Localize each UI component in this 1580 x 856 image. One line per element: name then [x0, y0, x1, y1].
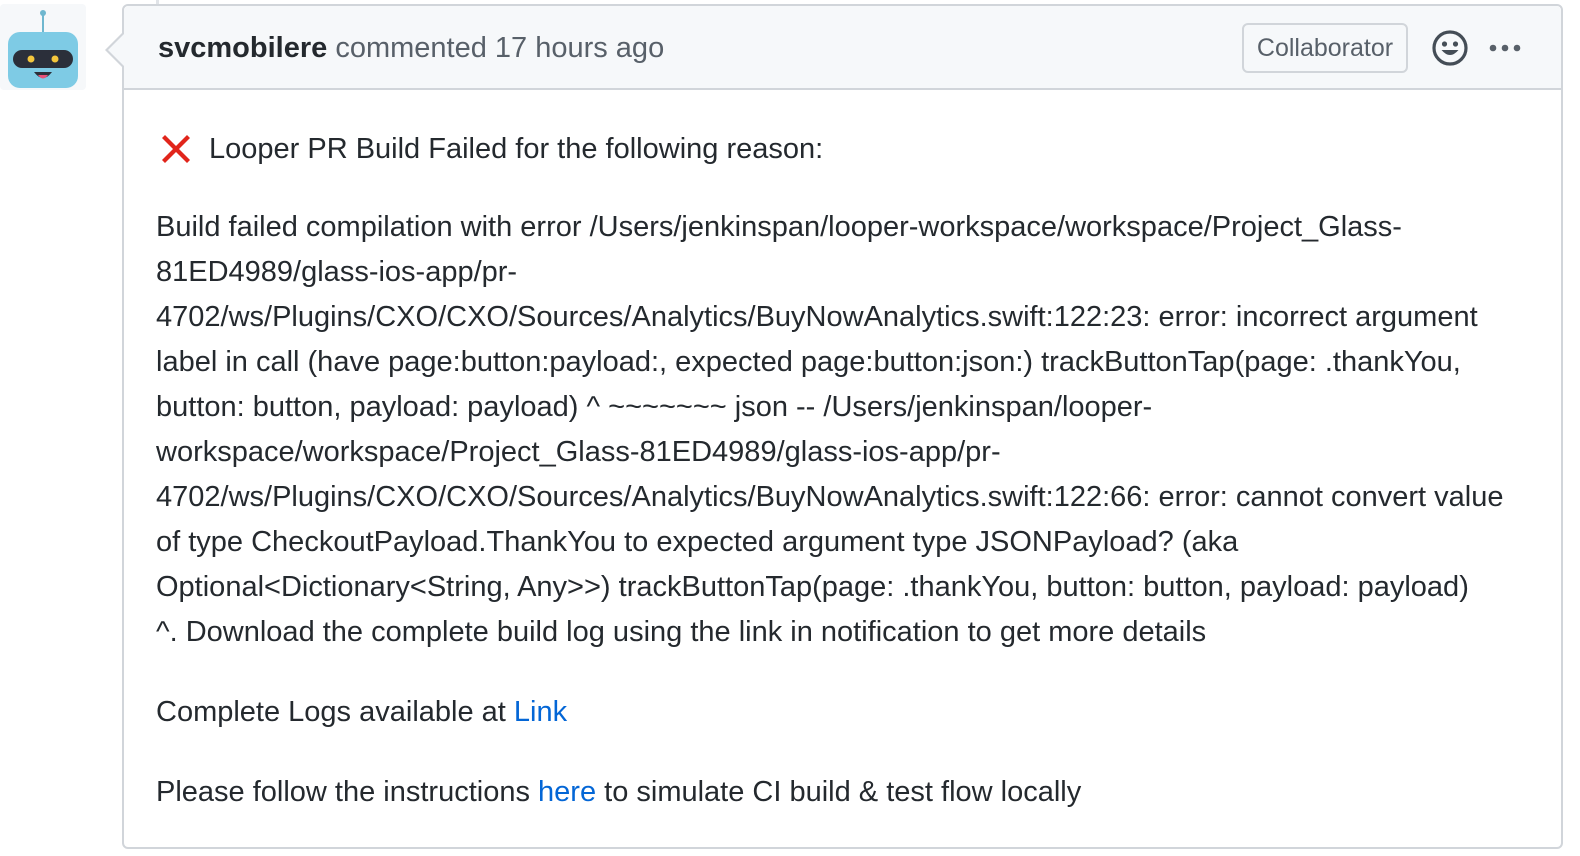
build-status-line: Looper PR Build Failed for the following… [156, 130, 1536, 168]
error-message: Build failed compilation with error /Use… [156, 205, 1536, 655]
comment-body: Looper PR Build Failed for the following… [156, 130, 1536, 815]
instructions-line: Please follow the instructions here to s… [156, 770, 1536, 815]
error-line: of type CheckoutPayload.ThankYou to expe… [156, 526, 1239, 558]
error-line: 4702/ws/Plugins/CXO/CXO/Sources/Analytic… [156, 481, 1504, 513]
author-link[interactable]: svcmobilere [158, 32, 327, 64]
comment-timestamp[interactable]: commented 17 hours ago [327, 32, 664, 64]
robot-icon [8, 10, 78, 88]
smiley-icon [1432, 30, 1468, 66]
instructions-link[interactable]: here [538, 776, 596, 808]
avatar[interactable] [0, 4, 86, 90]
comment-meta: svcmobilere commented 17 hours ago [158, 30, 664, 66]
logs-line: Complete Logs available at Link [156, 690, 1536, 735]
instructions-suffix-text: to simulate CI build & test flow locally [596, 776, 1082, 808]
error-line: label in call (have page:button:payload:… [156, 346, 1461, 378]
comment-header: svcmobilere commented 17 hours ago Colla… [124, 6, 1561, 90]
error-line: 4702/ws/Plugins/CXO/CXO/Sources/Analytic… [156, 301, 1478, 333]
build-status-text: Looper PR Build Failed for the following… [209, 132, 824, 165]
error-line: Optional<Dictionary<String, Any>>) track… [156, 571, 1469, 603]
role-badge: Collaborator [1242, 23, 1408, 73]
error-line: ^. Download the complete build log using… [156, 616, 1207, 648]
x-icon [162, 135, 190, 163]
error-line: Build failed compilation with error /Use… [156, 211, 1402, 243]
kebab-horizontal-icon [1489, 44, 1521, 52]
comment-box: svcmobilere commented 17 hours ago Colla… [105, 4, 1563, 849]
error-line: 81ED4989/glass-ios-app/pr- [156, 256, 518, 288]
instructions-prefix-text: Please follow the instructions [156, 776, 539, 808]
add-reaction-button[interactable] [1430, 28, 1470, 68]
more-options-button[interactable] [1488, 34, 1522, 62]
logs-link[interactable]: Link [514, 696, 567, 728]
comment-caret-fill [108, 33, 125, 67]
error-line: workspace/workspace/Project_Glass-81ED49… [156, 436, 1001, 468]
error-line: button: button, payload: payload) ^ ~~~~… [156, 391, 1153, 423]
logs-prefix-text: Complete Logs available at [156, 696, 514, 728]
